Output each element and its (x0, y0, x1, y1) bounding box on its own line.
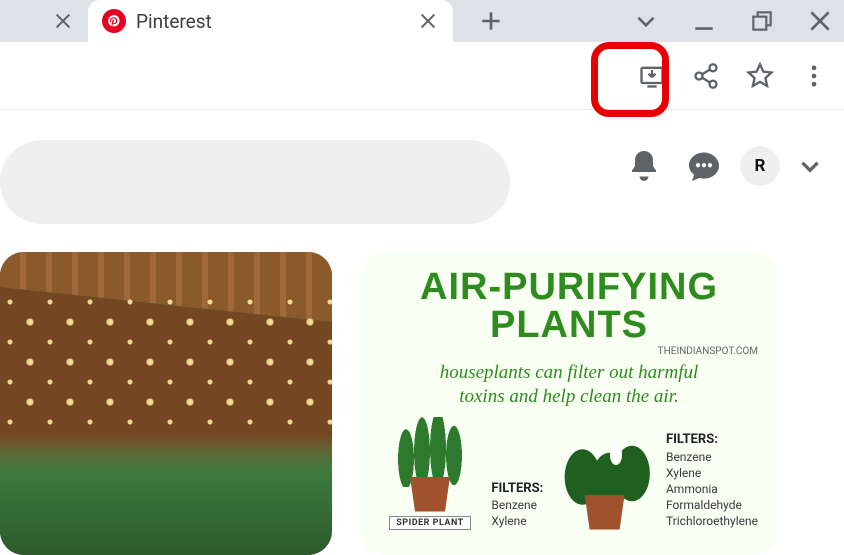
tab-title: Pinterest (136, 10, 407, 33)
tab-strip-actions (453, 0, 844, 42)
account-menu-chevron-icon[interactable] (792, 148, 828, 184)
close-window-button[interactable] (796, 0, 844, 42)
close-tab-icon[interactable] (417, 10, 439, 32)
active-tab[interactable]: Pinterest (88, 0, 453, 42)
pins-feed: AIR-PURIFYING PLANTS THEINDIANSPOT.COM h… (0, 252, 818, 555)
pin-subtitle: houseplants can filter out harmful toxin… (440, 361, 699, 409)
browser-menu-icon[interactable] (794, 56, 834, 96)
plant-filters: FILTERS: Benzene Xylene Ammonia Formalde… (666, 431, 758, 529)
pin-image (0, 252, 332, 555)
profile-initial: R (755, 156, 766, 176)
previous-tab-edge[interactable] (0, 0, 88, 42)
pin-source: THEINDIANSPOT.COM (658, 346, 758, 357)
close-icon[interactable] (52, 10, 74, 32)
browser-toolbar (0, 42, 844, 110)
tabs-dropdown-button[interactable] (622, 0, 670, 42)
new-tab-button[interactable] (467, 0, 515, 42)
browser-tab-strip: Pinterest (0, 0, 844, 42)
plants-row: SPIDER PLANT FILTERS: Benzene Xylene FIL… (380, 417, 758, 530)
plant-image (380, 417, 480, 512)
restore-window-button[interactable] (738, 0, 786, 42)
bookmark-star-icon[interactable] (740, 56, 780, 96)
search-input[interactable] (0, 140, 510, 224)
minimize-window-button[interactable] (680, 0, 728, 42)
profile-avatar[interactable]: R (740, 146, 780, 186)
share-icon[interactable] (686, 56, 726, 96)
pin-card[interactable]: AIR-PURIFYING PLANTS THEINDIANSPOT.COM h… (360, 252, 778, 555)
pin-card[interactable] (0, 252, 332, 555)
plant-filters: FILTERS: Benzene Xylene (491, 480, 543, 530)
pinterest-favicon-icon (102, 9, 126, 33)
install-app-icon[interactable] (632, 56, 672, 96)
pin-title: AIR-PURIFYING PLANTS (420, 268, 718, 344)
notifications-bell-icon[interactable] (620, 142, 668, 190)
plant-image (555, 435, 655, 530)
plant-name: SPIDER PLANT (389, 516, 471, 530)
messages-icon[interactable] (680, 142, 728, 190)
